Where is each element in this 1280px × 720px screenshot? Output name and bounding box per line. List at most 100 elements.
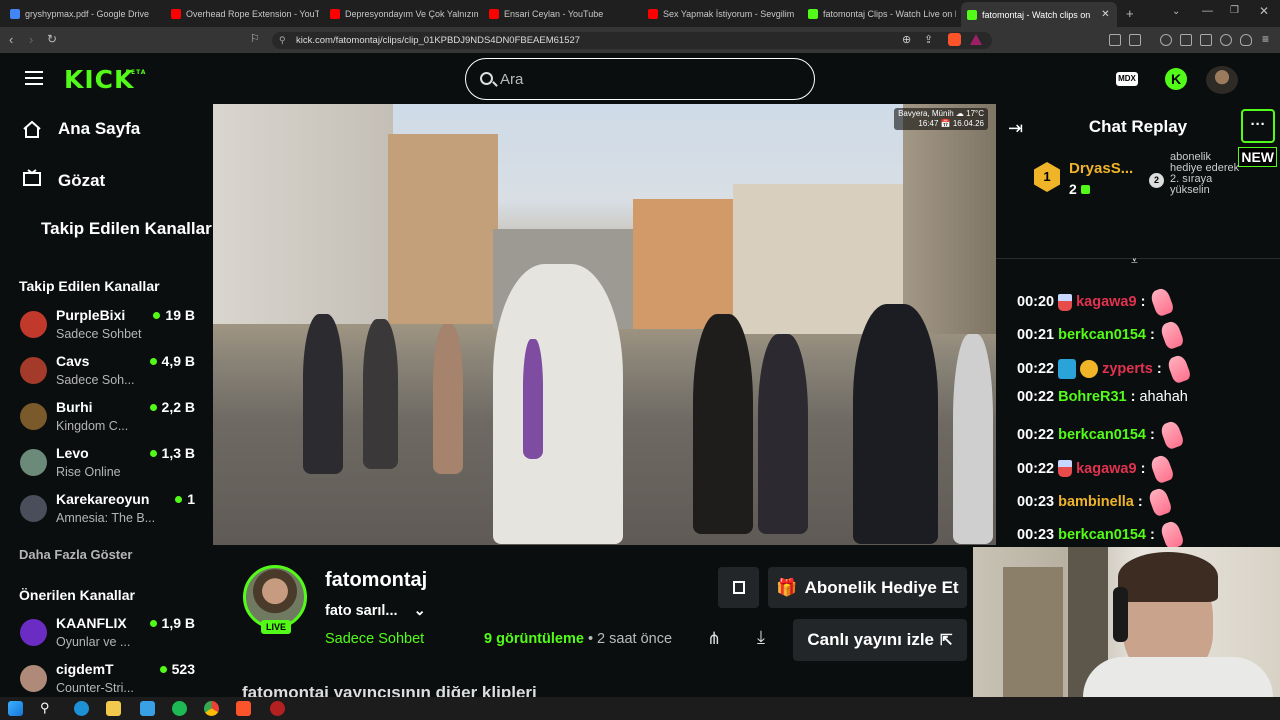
sidebar-channel[interactable]: PurpleBixi Sadece Sohbet 19 B: [20, 307, 200, 349]
wallet-icon[interactable]: [1200, 34, 1212, 46]
nav-home[interactable]: Ana Sayfa: [22, 119, 140, 139]
reload-button[interactable]: ↻: [47, 32, 57, 46]
sidebar: Ana Sayfa Gözat Takip Edilen Kanallar Ta…: [0, 108, 213, 698]
chat-timestamp: 00:23: [1017, 493, 1055, 510]
chat-title: Chat Replay: [1088, 117, 1188, 136]
streamer-name[interactable]: fatomontaj: [325, 569, 427, 592]
badge-icon: [1058, 358, 1077, 379]
zoom-icon[interactable]: ⊕: [902, 33, 911, 46]
close-window-button[interactable]: ✕: [1259, 4, 1269, 18]
hug-emote-icon: [1158, 519, 1185, 551]
restore-button[interactable]: ❐: [1230, 5, 1239, 16]
start-icon[interactable]: [8, 701, 23, 716]
sidebar-channel[interactable]: Levo Rise Online 1,3 B: [20, 445, 200, 487]
tab-favicon-icon: [171, 9, 181, 19]
sidebar-channel[interactable]: KAANFLIX Oyunlar ve ... 1,9 B: [20, 615, 200, 657]
tab-favicon-icon: [10, 9, 20, 19]
close-tab-icon[interactable]: ✕: [1101, 9, 1109, 20]
chat-menu-button[interactable]: ···: [1241, 109, 1275, 143]
brave-rewards-icon[interactable]: [970, 34, 982, 45]
download-clip-icon[interactable]: ⤓: [757, 627, 765, 648]
vpn-icon[interactable]: [1240, 34, 1252, 46]
chat-message[interactable]: 00:21 berkcan0154:: [1017, 320, 1185, 351]
minimize-button[interactable]: —: [1202, 5, 1213, 17]
brave-taskbar-icon[interactable]: [236, 701, 251, 716]
chrome-icon[interactable]: [204, 701, 219, 716]
live-dot-icon: [153, 311, 161, 319]
mdx-icon[interactable]: MDX: [1116, 72, 1138, 86]
media-icon[interactable]: [1160, 34, 1172, 46]
nav-following[interactable]: Takip Edilen Kanallar: [41, 219, 212, 239]
channel-avatar: [20, 619, 47, 646]
obs-icon[interactable]: [270, 701, 285, 716]
tab-title: gryshypmax.pdf - Google Drive: [25, 9, 150, 19]
store-icon[interactable]: [140, 701, 155, 716]
search-bar[interactable]: Ara: [465, 58, 815, 100]
gift-sub-button[interactable]: 🎁 Abonelik Hediye Et: [768, 567, 967, 608]
browser-tab[interactable]: gryshypmax.pdf - Google Drive: [10, 4, 158, 24]
home-icon: [22, 120, 42, 138]
kick-coin-icon[interactable]: K: [1165, 68, 1187, 90]
forward-button[interactable]: ›: [29, 32, 33, 47]
menu-icon[interactable]: ≡: [1262, 32, 1269, 46]
file-explorer-icon[interactable]: [106, 701, 121, 716]
leo-icon[interactable]: [1220, 34, 1232, 46]
chat-message[interactable]: 00:22 BohreR31: ahahah: [1017, 389, 1188, 405]
tab-title: Depresyondayım Ve Çok Yalnızım -: [345, 9, 478, 19]
tab-list-chevron-icon[interactable]: ⌄: [1172, 6, 1180, 17]
new-tab-button[interactable]: +: [1126, 6, 1134, 21]
pinned-gift-leaderboard[interactable]: 1 DryasS... 2 2 abonelik hediye ederek 2…: [996, 152, 1239, 206]
channel-avatar: [20, 403, 47, 430]
url-field[interactable]: ⚲ kick.com/fatomontaj/clips/clip_01KPBDJ…: [272, 32, 992, 49]
bookmark-icon[interactable]: ⚐: [250, 32, 260, 45]
pinned-count: 2: [1069, 181, 1090, 197]
nav-browse[interactable]: Gözat: [22, 169, 105, 192]
hug-emote-icon: [1165, 353, 1192, 384]
chat-message[interactable]: 00:22 kagawa9:: [1017, 453, 1176, 484]
back-button[interactable]: ‹: [9, 32, 13, 47]
stream-category[interactable]: Sadece Sohbet: [325, 631, 424, 647]
spotify-icon[interactable]: [172, 701, 187, 716]
viewer-count: 19 B: [153, 307, 195, 323]
rank-badge-icon: 1: [1034, 162, 1060, 192]
sidebar-toggle-icon[interactable]: [1180, 34, 1192, 46]
chevron-down-icon: ⌄: [413, 603, 426, 619]
stream-title[interactable]: fato sarıl... ⌄: [325, 603, 426, 619]
watch-live-button[interactable]: Canlı yayını izle ⇱: [793, 619, 967, 661]
channel-avatar: [20, 357, 47, 384]
viewer-count: 523: [159, 661, 195, 677]
search-taskbar-icon[interactable]: ⚲: [40, 700, 50, 716]
url-text: kick.com/fatomontaj/clips/clip_01KPBDJ9N…: [296, 35, 581, 46]
kick-logo[interactable]: KICK BETA: [64, 65, 145, 94]
brave-shield-icon[interactable]: [948, 33, 961, 46]
browser-tab[interactable]: fatomontaj - Watch clips on ✕: [961, 2, 1117, 27]
browser-tab[interactable]: Depresyondayım Ve Çok Yalnızım -: [330, 4, 478, 24]
browser-tab[interactable]: Sex Yapmak İstiyorum - Sevgilim Ol: [648, 4, 796, 24]
extensions-icon[interactable]: [1109, 34, 1121, 46]
chat-message[interactable]: 00:23 berkcan0154:: [1017, 519, 1185, 551]
user-avatar[interactable]: [1206, 66, 1238, 94]
sidebar-channel[interactable]: Burhi Kingdom C... 2,2 B: [20, 399, 200, 441]
browser-tab[interactable]: fatomontaj Clips - Watch Live on Ki: [808, 4, 956, 24]
theater-mode-button[interactable]: [718, 567, 759, 608]
edge-icon[interactable]: [74, 701, 89, 716]
screenshot-icon[interactable]: [1129, 34, 1141, 46]
browser-tab[interactable]: Ensari Ceylan - YouTube: [489, 4, 637, 24]
gift-rank-badge-icon: [1080, 359, 1099, 378]
chat-message[interactable]: 00:20 kagawa9:: [1017, 286, 1176, 318]
chat-message[interactable]: 00:23 bambinella:: [1017, 486, 1173, 518]
search-input[interactable]: Ara: [500, 71, 523, 88]
chat-message[interactable]: 00:22 zyperts:: [1017, 353, 1192, 384]
tab-favicon-icon: [330, 9, 340, 19]
share-icon[interactable]: ⇪: [924, 33, 933, 46]
video-player[interactable]: Bavyera, Münih ☁ 17°C 16:47 📅 16.04.26: [213, 104, 996, 545]
browser-tab[interactable]: Overhead Rope Extension - YouTube: [171, 4, 319, 24]
sidebar-channel[interactable]: Cavs Sadece Soh... 4,9 B: [20, 353, 200, 395]
show-more-link[interactable]: Daha Fazla Göster: [19, 547, 132, 562]
chat-message[interactable]: 00:22 berkcan0154:: [1017, 419, 1185, 451]
site-info-icon[interactable]: ⚲: [279, 35, 286, 46]
live-dot-icon: [149, 449, 157, 457]
hamburger-menu-icon[interactable]: [25, 71, 43, 85]
share-clip-icon[interactable]: ⋔: [707, 629, 721, 649]
sidebar-channel[interactable]: Karekareoyun Amnesia: The B... 1: [20, 491, 200, 533]
